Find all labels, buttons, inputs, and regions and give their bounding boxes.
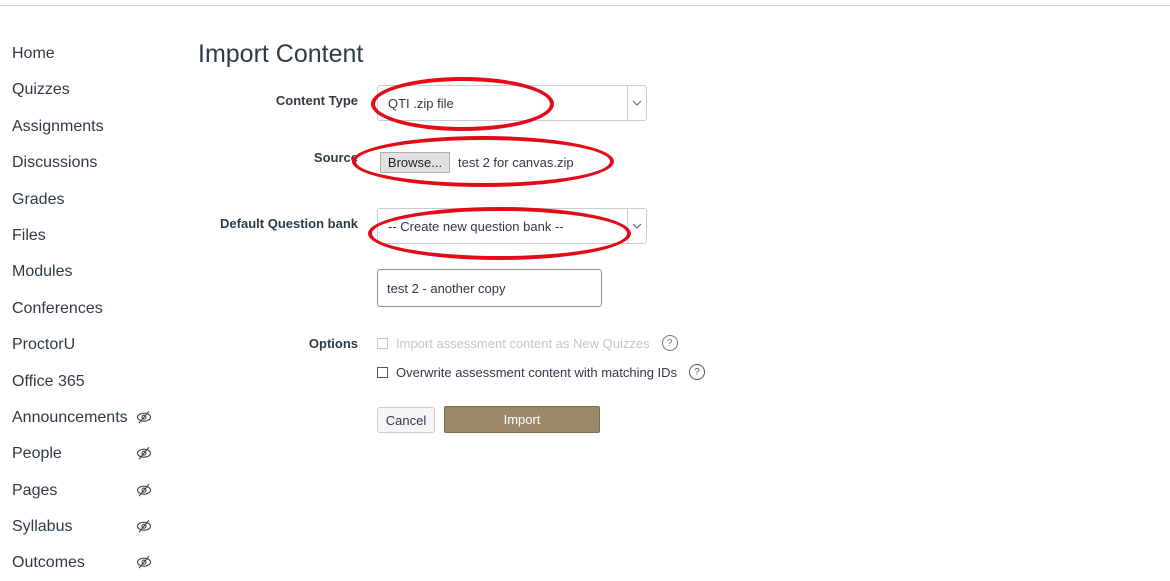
- highlight-ring-source: [352, 136, 614, 187]
- nav-item-label: Modules: [12, 263, 73, 280]
- nav-item-label: Files: [12, 227, 46, 244]
- nav-item-label: Conferences: [12, 300, 103, 317]
- nav-item-conferences[interactable]: Conferences: [12, 291, 162, 327]
- nav-item-outcomes[interactable]: Outcomes: [12, 545, 162, 581]
- nav-item-files[interactable]: Files: [12, 218, 162, 254]
- nav-item-label: Quizzes: [12, 81, 70, 98]
- nav-item-people[interactable]: People: [12, 436, 162, 472]
- cancel-button[interactable]: Cancel: [377, 407, 435, 433]
- overwrite-checkbox[interactable]: [377, 366, 388, 378]
- eye-slash-icon: [136, 519, 152, 533]
- nav-item-quizzes[interactable]: Quizzes: [12, 72, 162, 108]
- eye-slash-icon: [136, 483, 152, 497]
- nav-item-modules[interactable]: Modules: [12, 254, 162, 290]
- nav-item-home[interactable]: Home: [12, 36, 162, 72]
- nav-item-label: Office 365: [12, 373, 85, 390]
- nav-item-proctoru[interactable]: ProctorU: [12, 327, 162, 363]
- nav-item-label: ProctorU: [12, 336, 76, 353]
- nav-item-label: Assignments: [12, 118, 104, 135]
- import-button[interactable]: Import: [444, 406, 600, 433]
- nav-item-label: Outcomes: [12, 554, 85, 571]
- new-question-bank-name-input[interactable]: [377, 269, 602, 307]
- page-title: Import Content: [198, 40, 364, 68]
- nav-item-label: Grades: [12, 191, 65, 208]
- nav-item-label: Discussions: [12, 154, 98, 171]
- nav-item-office-365[interactable]: Office 365: [12, 364, 162, 400]
- question-bank-label: Default Question bank: [220, 216, 358, 231]
- content-type-label: Content Type: [275, 93, 358, 108]
- new-quizzes-checkbox: [377, 337, 388, 349]
- eye-slash-icon: [136, 410, 152, 424]
- new-quizzes-option-label: Import assessment content as New Quizzes: [396, 335, 650, 351]
- top-divider: [0, 5, 1170, 6]
- nav-item-discussions[interactable]: Discussions: [12, 145, 162, 181]
- chevron-down-icon: [627, 209, 646, 243]
- option-overwrite-row[interactable]: Overwrite assessment content with matchi…: [377, 364, 706, 380]
- nav-item-label: Syllabus: [12, 518, 73, 535]
- nav-item-label: Home: [12, 45, 55, 62]
- nav-item-label: Pages: [12, 482, 58, 499]
- nav-item-grades[interactable]: Grades: [12, 182, 162, 218]
- nav-item-syllabus[interactable]: Syllabus: [12, 509, 162, 545]
- nav-item-label: People: [12, 445, 62, 462]
- overwrite-option-label: Overwrite assessment content with matchi…: [396, 364, 678, 380]
- eye-slash-icon: [136, 446, 152, 460]
- option-new-quizzes-row: Import assessment content as New Quizzes…: [377, 335, 678, 351]
- nav-item-announcements[interactable]: Announcements: [12, 400, 162, 436]
- chevron-down-icon: [627, 86, 646, 120]
- nav-item-assignments[interactable]: Assignments: [12, 109, 162, 145]
- eye-slash-icon: [136, 555, 152, 569]
- options-label: Options: [308, 336, 358, 351]
- help-icon[interactable]: ?: [661, 335, 678, 351]
- nav-item-pages[interactable]: Pages: [12, 473, 162, 509]
- nav-item-label: Announcements: [12, 409, 128, 426]
- highlight-ring-question-bank: [368, 207, 631, 260]
- help-icon[interactable]: ?: [689, 364, 706, 380]
- highlight-ring-content-type: [371, 77, 554, 131]
